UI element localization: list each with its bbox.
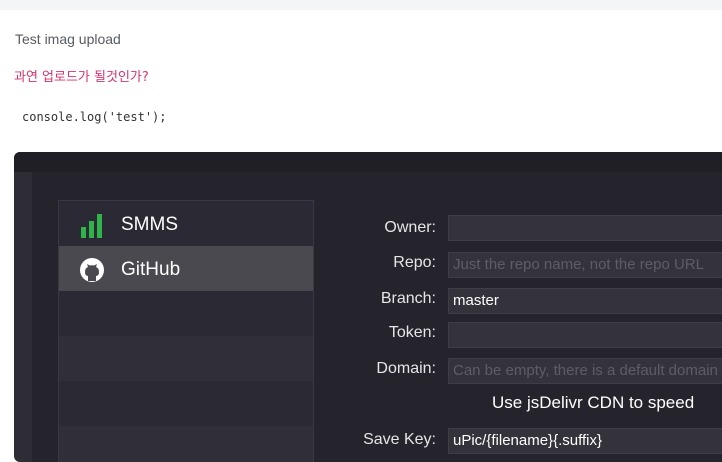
domain-input[interactable]: Can be empty, there is a default domain bbox=[448, 358, 722, 384]
host-sidebar: SMMS GitHub bbox=[58, 200, 314, 462]
post-korean-text: 과연 업로드가 될것인가? bbox=[14, 70, 149, 85]
owner-label: Owner: bbox=[384, 219, 436, 236]
window-titlebar bbox=[14, 152, 722, 172]
repo-label: Repo: bbox=[393, 254, 436, 271]
sidebar-empty-row bbox=[59, 381, 313, 426]
post-title: Test imag upload bbox=[15, 31, 121, 47]
sidebar-empty-row bbox=[59, 291, 313, 336]
sidebar-item-label: SMMS bbox=[121, 214, 178, 235]
page-topbar bbox=[0, 0, 722, 10]
save-key-label: Save Key: bbox=[363, 431, 436, 448]
token-label: Token: bbox=[388, 324, 436, 341]
sidebar-empty-row bbox=[59, 426, 313, 462]
owner-input[interactable] bbox=[448, 215, 722, 241]
sidebar-item-github[interactable]: GitHub bbox=[59, 246, 313, 291]
branch-input[interactable]: master bbox=[448, 288, 722, 314]
token-input[interactable] bbox=[448, 322, 722, 348]
code-snippet: console.log('test'); bbox=[22, 110, 167, 124]
repo-input[interactable]: Just the repo name, not the repo URL bbox=[448, 252, 722, 278]
save-key-input[interactable]: uPic/{filename}{.suffix} bbox=[448, 428, 722, 454]
github-icon bbox=[80, 258, 104, 282]
jsdelivr-cdn-option[interactable]: Use jsDelivr CDN to speed bbox=[492, 393, 694, 413]
signal-bars-icon bbox=[81, 214, 102, 238]
branch-label: Branch: bbox=[380, 290, 436, 307]
sidebar-item-smms[interactable]: SMMS bbox=[59, 201, 313, 246]
sidebar-empty-row bbox=[59, 336, 313, 381]
sidebar-item-label: GitHub bbox=[121, 259, 181, 280]
domain-label: Domain: bbox=[376, 360, 436, 377]
